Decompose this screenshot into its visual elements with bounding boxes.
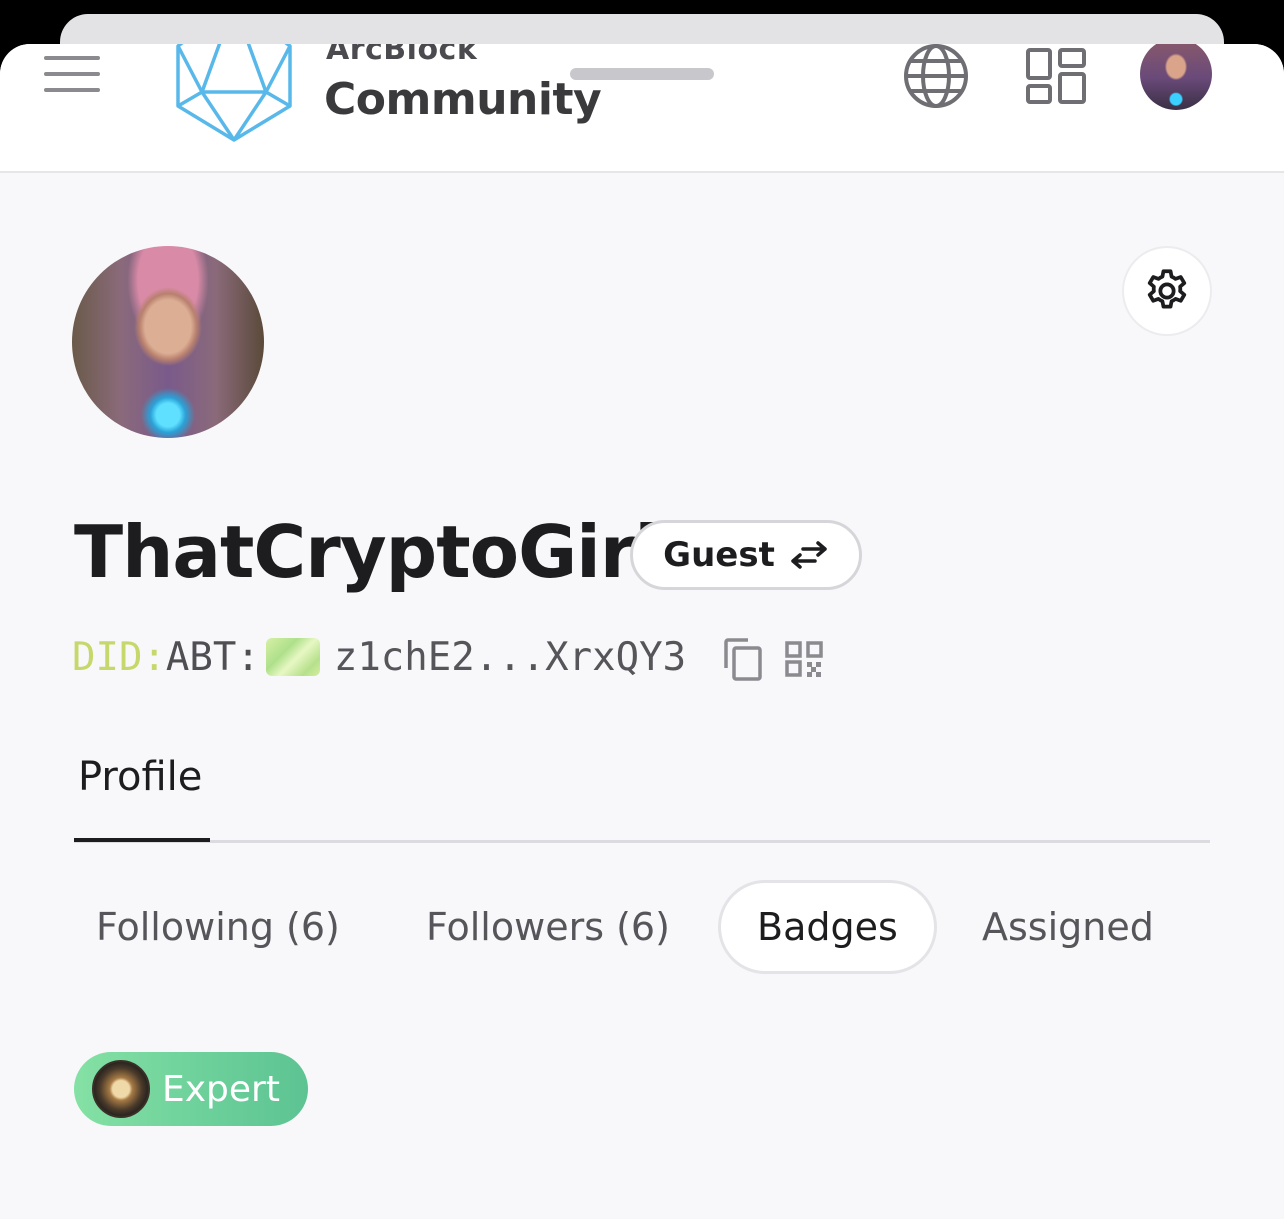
did-scheme: ABT: xyxy=(165,634,260,680)
brand-name-top: ArcBlock xyxy=(326,44,478,67)
badge-label: Expert xyxy=(162,1068,280,1110)
brand-name-main: Community xyxy=(324,74,602,125)
did-value: z1chE2...XrxQY3 xyxy=(333,634,687,680)
gear-icon xyxy=(1147,269,1187,309)
user-avatar[interactable] xyxy=(1140,44,1212,110)
dashboard-grid-icon[interactable] xyxy=(1024,46,1088,106)
tab-profile[interactable]: Profile xyxy=(78,754,202,800)
did-identicon xyxy=(265,638,320,676)
subtab-assigned[interactable]: Assigned xyxy=(982,880,1154,974)
top-app-bar: ArcBlock Community xyxy=(0,44,1284,173)
globe-icon[interactable] xyxy=(902,44,970,110)
subtab-followers[interactable]: Followers (6) xyxy=(426,880,670,974)
profile-avatar xyxy=(72,246,264,438)
copy-icon[interactable] xyxy=(722,636,764,682)
settings-button[interactable] xyxy=(1122,246,1212,336)
sheet-grabber[interactable] xyxy=(570,68,714,80)
hamburger-menu-icon[interactable] xyxy=(44,56,100,96)
profile-username: ThatCryptoGirl xyxy=(74,510,659,594)
switch-arrows-icon xyxy=(791,541,827,569)
badge-chip[interactable]: Expert xyxy=(74,1052,308,1126)
app-sheet: ArcBlock Community ThatCryptoGirl Guest … xyxy=(0,44,1284,1219)
did-prefix: DID: xyxy=(72,634,166,680)
role-label: Guest xyxy=(663,535,775,575)
tab-active-indicator xyxy=(74,838,210,842)
badge-emblem-icon xyxy=(92,1060,150,1118)
subtab-badges[interactable]: Badges xyxy=(718,880,937,974)
subtab-following[interactable]: Following (6) xyxy=(96,880,340,974)
arcblock-logo-icon xyxy=(176,44,292,142)
role-switch-button[interactable]: Guest xyxy=(630,520,862,590)
qr-code-icon[interactable] xyxy=(784,640,824,678)
did-address: DID: ABT: z1chE2...XrxQY3 xyxy=(72,632,686,682)
tab-divider xyxy=(74,840,1210,843)
